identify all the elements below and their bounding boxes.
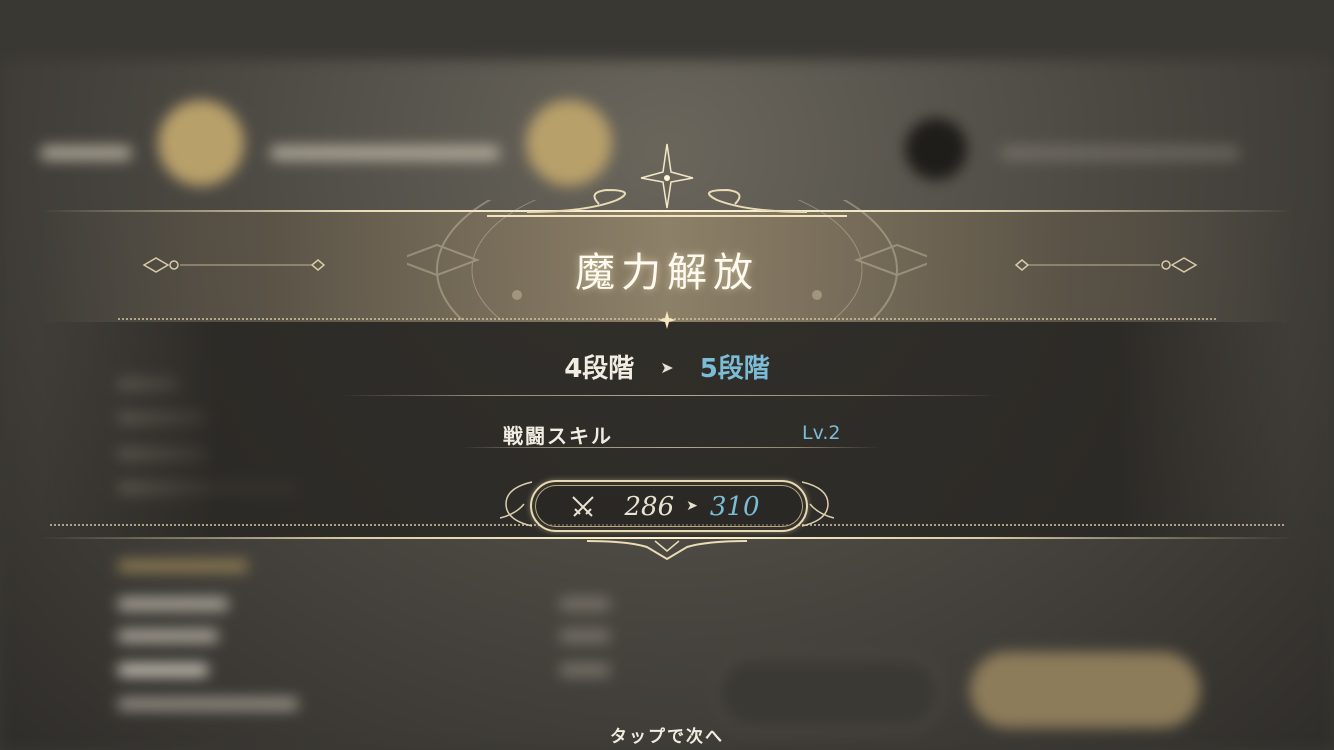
pill-right-flourish	[801, 481, 835, 527]
skill-name: 戦闘スキル	[503, 424, 613, 448]
stage-divider	[340, 395, 1000, 396]
stat-to: 310	[709, 492, 760, 522]
stat-arrow-icon: ➤	[686, 498, 698, 514]
skill-level: Lv.2	[802, 422, 841, 444]
top-ornament	[487, 143, 847, 217]
stage-to: 5段階	[699, 354, 770, 384]
stage-change-row: 4段階 ➤ 5段階	[0, 348, 1334, 385]
stat-change-pill: 286 ➤ 310	[530, 480, 808, 532]
skill-divider	[460, 447, 880, 448]
arrow-right-icon: ➤	[660, 358, 674, 377]
stage-from: 4段階	[564, 354, 635, 384]
divider-sparkle-icon	[658, 311, 676, 329]
pill-left-flourish	[499, 481, 533, 527]
stat-from: 286	[624, 492, 675, 522]
tap-to-continue-hint[interactable]: タップで次へ	[0, 722, 1334, 747]
background-header	[0, 0, 1334, 60]
stat-values: 286 ➤ 310	[532, 492, 806, 522]
bottom-ornament	[586, 540, 748, 561]
popup-title: 魔力解放	[575, 250, 759, 296]
